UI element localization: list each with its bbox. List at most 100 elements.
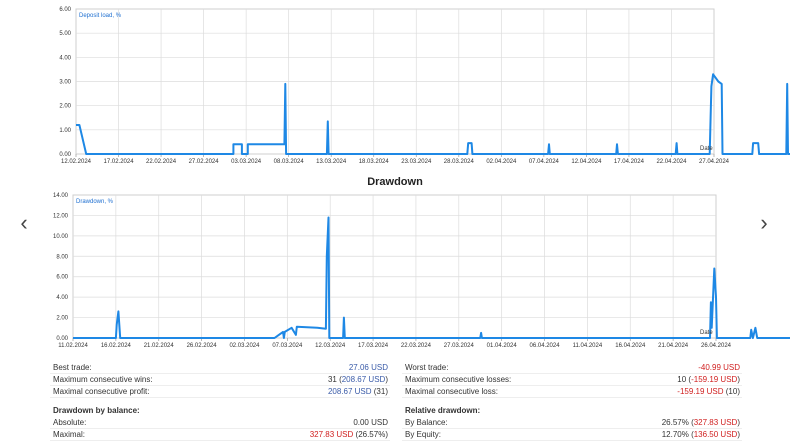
drawdown-y-tick-label: 0.00 [56, 336, 68, 342]
by-balance-label: By Balance: [405, 418, 448, 427]
maximal-drawdown-value: 327.83 USD (26.57%) [309, 430, 388, 439]
drawdown-x-axis-label: Date [700, 330, 713, 336]
by-equity-label: By Equity: [405, 430, 442, 439]
max-consecutive-wins-amount: 208.67 USD [341, 375, 386, 384]
relative-drawdown-header: Relative drawdown: [402, 405, 742, 417]
max-consecutive-losses-count: 10 [677, 375, 687, 384]
drawdown-x-tick-label: 02.03.2024 [229, 343, 260, 348]
deposit-load-y-tick-label: 5.00 [59, 31, 71, 37]
deposit-load-x-tick-label: 22.04.2024 [656, 159, 687, 165]
max-consecutive-wins-value: 31 (208.67 USD) [327, 375, 388, 384]
deposit-load-x-tick-label: 13.03.2024 [316, 159, 347, 165]
stats-left-column: Best trade: 27.06 USD Maximum consecutiv… [50, 362, 390, 441]
maximal-consecutive-loss-amount: -159.19 USD [677, 387, 724, 396]
max-consecutive-wins-label: Maximum consecutive wins: [53, 375, 153, 384]
drawdown-legend: Drawdown, % [76, 199, 114, 205]
by-equity-amount: 136.50 USD [693, 430, 738, 439]
drawdown-x-tick-label: 07.03.2024 [272, 343, 303, 348]
deposit-load-y-tick-label: 3.00 [59, 80, 71, 86]
maximal-consecutive-loss-count: 10 [728, 387, 738, 396]
deposit-load-x-tick-label: 03.03.2024 [231, 159, 262, 165]
deposit-load-chart: 0.00 1.00 2.00 3.00 4.00 5.00 6.00 12.02.2024 1… [59, 7, 790, 165]
drawdown-x-tick-label: 26.04.2024 [701, 343, 732, 348]
drawdown-x-tick-label: 21.04.2024 [658, 343, 689, 348]
deposit-load-x-tick-label: 12.04.2024 [571, 159, 602, 165]
max-consecutive-losses-label: Maximum consecutive losses: [405, 375, 512, 384]
deposit-load-x-tick-label: 27.04.2024 [699, 159, 730, 165]
drawdown-x-tick-label: 01.04.2024 [487, 343, 518, 348]
deposit-load-y-tick-label: 0.00 [59, 152, 71, 158]
drawdown-y-tick-label: 6.00 [56, 275, 68, 281]
max-consecutive-losses-row: Maximum consecutive losses: 10 (-159.19 … [402, 374, 742, 386]
absolute-drawdown-label: Absolute: [53, 418, 87, 427]
maximal-consecutive-loss-row: Maximal consecutive loss: -159.19 USD (1… [402, 386, 742, 398]
best-trade-label: Best trade: [53, 363, 92, 372]
drawdown-chart-title: Drawdown [367, 176, 423, 188]
by-equity-value: 12.70% (136.50 USD) [661, 430, 740, 439]
deposit-load-x-tick-label: 08.03.2024 [274, 159, 305, 165]
max-consecutive-losses-value: 10 (-159.19 USD) [677, 375, 740, 384]
max-consecutive-losses-amount: -159.19 USD [691, 375, 738, 384]
best-trade-row: Best trade: 27.06 USD [50, 362, 390, 374]
deposit-load-y-tick-label: 4.00 [59, 55, 71, 61]
maximal-consecutive-loss-label: Maximal consecutive loss: [405, 387, 498, 396]
best-trade-value: 27.06 USD [348, 363, 388, 372]
maximal-consecutive-profit-row: Maximal consecutive profit: 208.67 USD (… [50, 386, 390, 398]
drawdown-x-tick-label: 11.02.2024 [58, 343, 88, 348]
relative-drawdown-label: Relative drawdown: [405, 406, 481, 415]
deposit-load-y-tick-label: 6.00 [59, 7, 71, 13]
drawdown-x-tick-label: 12.03.2024 [315, 343, 346, 348]
maximal-drawdown-amount: 327.83 USD [309, 430, 354, 439]
deposit-load-x-axis-label: Date [700, 146, 713, 152]
drawdown-x-tick-label: 06.04.2024 [530, 343, 561, 348]
drawdown-x-tick-label: 26.02.2024 [187, 343, 218, 348]
by-balance-value: 26.57% (327.83 USD) [661, 418, 740, 427]
worst-trade-label: Worst trade: [405, 363, 449, 372]
drawdown-plot-area [72, 194, 717, 339]
drawdown-x-tick-label: 16.02.2024 [101, 343, 132, 348]
absolute-drawdown-row: Absolute: 0.00 USD [50, 417, 390, 429]
drawdown-chart: 0.00 2.00 4.00 6.00 8.00 10.00 12.00 14.00 11.0… [53, 193, 790, 348]
drawdown-y-tick-label: 2.00 [56, 316, 68, 322]
stats-right-column: Worst trade: -40.99 USD Maximum consecut… [402, 362, 742, 441]
drawdown-x-tick-label: 16.04.2024 [615, 343, 646, 348]
maximal-drawdown-row: Maximal: 327.83 USD (26.57%) [50, 429, 390, 441]
maximal-drawdown-percent: 26.57% [358, 430, 386, 439]
maximal-drawdown-label: Maximal: [53, 430, 86, 439]
absolute-drawdown-value: 0.00 USD [353, 418, 388, 427]
worst-trade-row: Worst trade: -40.99 USD [402, 362, 742, 374]
deposit-load-x-tick-label: 28.03.2024 [444, 159, 475, 165]
drawdown-y-tick-label: 10.00 [53, 234, 69, 240]
maximal-consecutive-profit-count: 31 [376, 387, 386, 396]
deposit-load-x-tick-label: 17.04.2024 [614, 159, 645, 165]
drawdown-x-tick-label: 11.04.2024 [573, 343, 603, 348]
maximal-consecutive-loss-value: -159.19 USD (10) [677, 387, 740, 396]
deposit-load-x-tick-label: 18.03.2024 [359, 159, 390, 165]
drawdown-y-tick-label: 4.00 [56, 295, 68, 301]
drawdown-x-tick-label: 27.03.2024 [444, 343, 475, 348]
deposit-load-x-tick-label: 22.02.2024 [146, 159, 177, 165]
maximal-consecutive-profit-value: 208.67 USD (31) [327, 387, 388, 396]
drawdown-y-tick-label: 14.00 [53, 193, 69, 199]
drawdown-x-tick-label: 21.02.2024 [144, 343, 175, 348]
deposit-load-x-tick-label: 12.02.2024 [61, 159, 92, 165]
deposit-load-x-tick-label: 07.04.2024 [529, 159, 560, 165]
max-consecutive-wins-row: Maximum consecutive wins: 31 (208.67 USD… [50, 374, 390, 386]
drawdown-y-tick-label: 12.00 [53, 213, 69, 219]
max-consecutive-wins-count: 31 [327, 375, 337, 384]
by-equity-percent: 12.70% [661, 430, 689, 439]
drawdown-y-tick-label: 8.00 [56, 254, 68, 260]
drawdown-by-balance-label: Drawdown by balance: [53, 406, 140, 415]
maximal-consecutive-profit-amount: 208.67 USD [327, 387, 372, 396]
worst-trade-value: -40.99 USD [698, 363, 740, 372]
by-equity-row: By Equity: 12.70% (136.50 USD) [402, 429, 742, 441]
by-balance-amount: 327.83 USD [693, 418, 738, 427]
deposit-load-x-tick-label: 17.02.2024 [104, 159, 135, 165]
deposit-load-legend: Deposit load, % [79, 13, 122, 19]
by-balance-row: By Balance: 26.57% (327.83 USD) [402, 417, 742, 429]
deposit-load-y-tick-label: 2.00 [59, 104, 71, 110]
deposit-load-x-tick-label: 02.04.2024 [486, 159, 517, 165]
deposit-load-y-tick-label: 1.00 [59, 128, 71, 134]
maximal-consecutive-profit-label: Maximal consecutive profit: [53, 387, 150, 396]
deposit-load-x-tick-label: 23.03.2024 [401, 159, 432, 165]
